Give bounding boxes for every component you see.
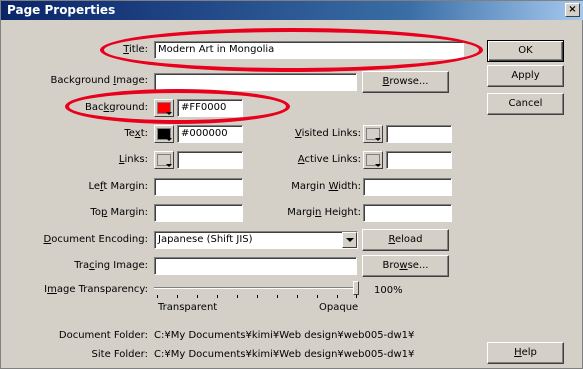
top-margin-input[interactable]	[154, 204, 243, 222]
visited-links-input[interactable]	[386, 125, 452, 143]
image-transparency-slider-track[interactable]	[154, 287, 357, 289]
browse-tracing-button[interactable]: Browse...	[362, 255, 449, 277]
chevron-down-icon	[166, 112, 172, 115]
slider-tick	[237, 295, 238, 298]
title-label: Title:	[123, 44, 148, 55]
opaque-label: Opaque	[319, 302, 359, 313]
title-bar: Page Properties ×	[1, 1, 583, 20]
window-title: Page Properties	[7, 3, 116, 17]
tracing-image-label: Tracing Image:	[74, 260, 148, 271]
page-properties-dialog: Page Properties × Title: Modern Art in M…	[0, 0, 583, 369]
left-margin-label: Left Margin:	[88, 181, 148, 192]
slider-tick	[157, 295, 158, 298]
background-image-label: Background Image:	[50, 75, 148, 86]
background-image-input[interactable]	[154, 73, 357, 91]
document-folder-label: Document Folder:	[58, 330, 148, 341]
slider-tick	[197, 295, 198, 298]
links-label: Links:	[118, 154, 148, 165]
margin-width-label: Margin Width:	[291, 181, 361, 192]
slider-tick	[356, 295, 357, 298]
left-margin-input[interactable]	[154, 178, 243, 196]
visited-links-color-picker[interactable]	[363, 125, 383, 143]
document-encoding-select[interactable]: Japanese (Shift JIS)	[154, 231, 358, 249]
margin-height-input[interactable]	[363, 204, 452, 222]
active-links-color-picker[interactable]	[363, 151, 383, 169]
chevron-down-icon	[166, 164, 172, 167]
chevron-down-icon[interactable]	[342, 232, 357, 248]
links-input[interactable]	[177, 151, 243, 169]
slider-tick	[217, 295, 218, 298]
image-transparency-label: Image Transparency:	[44, 284, 148, 295]
document-encoding-label: Document Encoding:	[43, 234, 148, 245]
margin-width-input[interactable]	[363, 178, 452, 196]
document-folder-value: C:¥My Documents¥kimi¥Web design¥web005-d…	[154, 330, 415, 341]
slider-tick	[337, 295, 338, 298]
active-links-input[interactable]	[386, 151, 452, 169]
text-color-label: Text:	[124, 128, 148, 139]
text-color-picker[interactable]	[154, 125, 174, 143]
image-transparency-value: 100%	[374, 285, 403, 296]
close-button[interactable]: ×	[565, 3, 580, 17]
background-label: Background:	[84, 102, 148, 113]
transparent-label: Transparent	[158, 302, 218, 313]
chevron-down-icon	[166, 138, 172, 141]
slider-tick	[297, 295, 298, 298]
title-input[interactable]: Modern Art in Mongolia	[154, 41, 464, 59]
slider-tick	[277, 295, 278, 298]
ok-button[interactable]: OK	[487, 40, 564, 62]
site-folder-label: Site Folder:	[91, 349, 148, 360]
margin-height-label: Margin Height:	[287, 207, 361, 218]
visited-links-label: Visited Links:	[294, 128, 361, 139]
slider-tick	[257, 295, 258, 298]
image-transparency-slider-thumb[interactable]	[353, 281, 359, 295]
slider-tick	[177, 295, 178, 298]
reload-button[interactable]: Reload	[362, 229, 449, 251]
tracing-image-input[interactable]	[154, 257, 357, 275]
background-color-input[interactable]: #FF0000	[177, 99, 243, 117]
text-color-input[interactable]: #000000	[177, 125, 243, 143]
cancel-button[interactable]: Cancel	[487, 93, 564, 115]
site-folder-value: C:¥My Documents¥kimi¥Web design¥web005-d…	[154, 349, 415, 360]
active-links-label: Active Links:	[297, 154, 361, 165]
chevron-down-icon	[375, 138, 381, 141]
browse-background-button[interactable]: Browse...	[362, 71, 449, 93]
document-encoding-value: Japanese (Shift JIS)	[158, 234, 253, 245]
apply-button[interactable]: Apply	[487, 65, 564, 87]
help-button[interactable]: Help	[487, 342, 564, 364]
links-color-picker[interactable]	[154, 151, 174, 169]
background-color-picker[interactable]	[154, 99, 174, 117]
top-margin-label: Top Margin:	[90, 207, 148, 218]
chevron-down-icon	[375, 164, 381, 167]
slider-tick	[317, 295, 318, 298]
